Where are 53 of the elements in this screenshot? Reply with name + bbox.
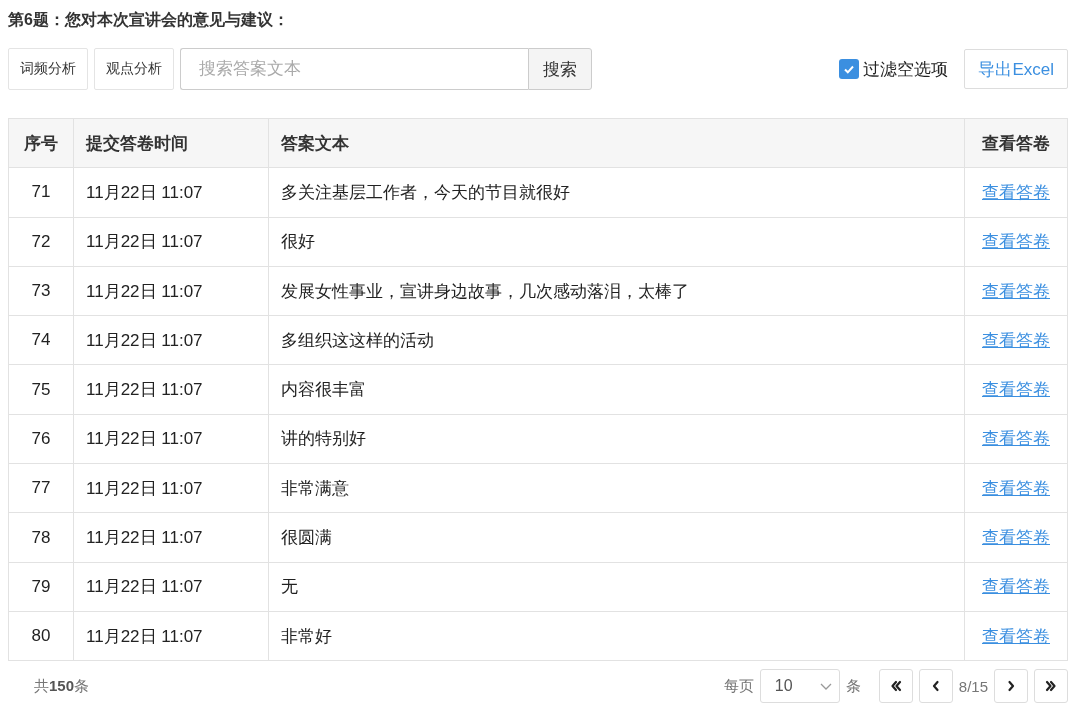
table-cell: 77 (8, 463, 74, 513)
table-cell: 72 (8, 217, 74, 267)
last-page-button[interactable] (1034, 669, 1068, 704)
table-cell: 11月22日 11:07 (73, 562, 269, 612)
table-cell: 很好 (268, 217, 965, 267)
table-cell: 多组织这这样的活动 (268, 315, 965, 365)
table-cell: 11月22日 11:07 (73, 512, 269, 563)
column-header: 提交答卷时间 (73, 118, 269, 168)
total-count: 共150条 (34, 676, 90, 696)
table-cell: 73 (8, 266, 74, 316)
table-cell: 无 (268, 562, 965, 612)
table-cell: 11月22日 11:07 (73, 217, 269, 267)
table-cell: 11月22日 11:07 (73, 414, 269, 464)
table-cell: 11月22日 11:07 (73, 266, 269, 316)
table-cell: 80 (8, 611, 74, 661)
table-cell: 11月22日 11:07 (73, 611, 269, 661)
double-chevron-left-icon (889, 680, 902, 693)
table-cell: 76 (8, 414, 74, 464)
first-page-button[interactable] (878, 669, 913, 704)
table-cell: 多关注基层工作者，今天的节目就很好 (268, 167, 965, 218)
table-cell: 11月22日 11:07 (73, 365, 269, 415)
table-cell: 11月22日 11:07 (73, 463, 269, 513)
page-indicator: 8/15 (958, 677, 988, 695)
table-cell: 内容很丰富 (268, 365, 965, 415)
column-header: 序号 (8, 118, 74, 168)
table-cell: 11月22日 11:07 (73, 315, 269, 365)
filter-checkbox[interactable] (839, 59, 860, 79)
column-header: 查看答卷 (964, 118, 1068, 168)
search-button[interactable]: 搜索 (528, 48, 592, 90)
next-page-button[interactable] (994, 669, 1028, 704)
table-cell: 非常满意 (268, 463, 965, 513)
table-cell: 74 (8, 315, 74, 365)
export-button[interactable]: 导出Excel (964, 49, 1068, 89)
column-header: 答案文本 (268, 118, 965, 168)
table-cell: 11月22日 11:07 (73, 167, 269, 218)
filter-label: 过滤空选项 (863, 58, 949, 81)
question-title: 第6题：您对本次宣讲会的意见与建议： (8, 10, 290, 30)
analysis-button[interactable]: 观点分析 (94, 48, 174, 90)
table-cell: 发展女性事业，宣讲身边故事，几次感动落泪，太棒了 (268, 266, 965, 316)
table-cell: 很圆满 (268, 512, 965, 563)
search-field[interactable]: 搜索答案文本 (180, 48, 528, 90)
table-cell: 78 (8, 512, 74, 563)
per-page-label: 每页 (723, 676, 754, 696)
table-cell: 79 (8, 562, 74, 612)
table-cell: 71 (8, 167, 74, 218)
double-chevron-right-icon (1045, 680, 1057, 693)
per-page-select[interactable]: 10 (759, 669, 840, 704)
previous-page-button[interactable] (918, 669, 953, 704)
table-cell: 讲的特别好 (268, 414, 965, 464)
analysis-button[interactable]: 词频分析 (8, 48, 88, 90)
table-cell: 75 (8, 365, 74, 415)
per-page-unit: 条 (845, 676, 861, 696)
table-cell: 非常好 (268, 611, 965, 661)
